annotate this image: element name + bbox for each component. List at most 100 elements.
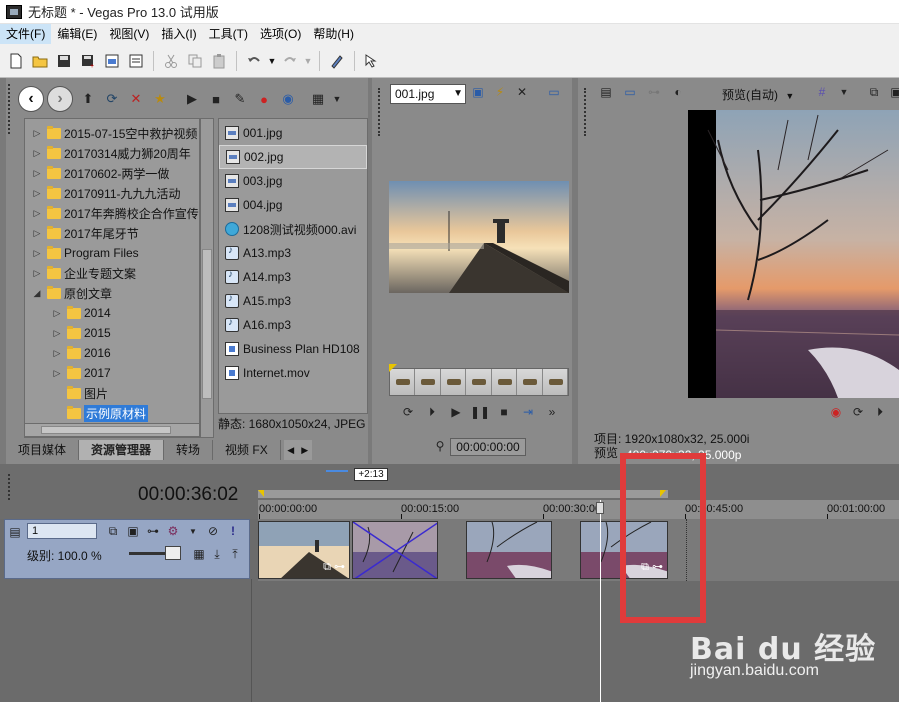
menu-tools[interactable]: 工具(T): [203, 24, 254, 44]
tree-item[interactable]: ▷ 2014: [25, 303, 199, 323]
file-item[interactable]: A16.mp3: [219, 313, 367, 337]
tree-item[interactable]: ▷ 2017年尾牙节: [25, 223, 199, 243]
copy-icon[interactable]: [184, 50, 206, 72]
tree-item[interactable]: ▷ 企业专题文案: [25, 263, 199, 283]
video-fx-icon[interactable]: ◐: [670, 84, 686, 100]
trimmer-file-select[interactable]: 001.jpg ▼: [390, 84, 466, 104]
folder-tree[interactable]: ▷ 2015-07-15空中救护视频 ▷ 20170314威力狮20周年 ▷ 201706…: [24, 118, 200, 438]
expand-arrow-icon[interactable]: ▷: [31, 227, 43, 239]
expand-arrow-icon[interactable]: ▷: [31, 167, 43, 179]
file-item[interactable]: Internet.mov: [219, 361, 367, 385]
clip-001[interactable]: ⧉ ⊶: [258, 521, 350, 579]
save-snapshot-icon[interactable]: ▣: [888, 84, 899, 100]
time-ruler[interactable]: 00:00:00:00 00:00:15:00 00:00:30:00 00:00:4…: [258, 500, 899, 519]
get-media-icon[interactable]: ●: [254, 89, 274, 109]
loop-playback-icon[interactable]: ⟳: [850, 404, 866, 420]
auto-preview-icon[interactable]: ✎: [230, 89, 250, 109]
move-down-icon[interactable]: ⤓: [209, 546, 225, 562]
stop-icon[interactable]: ■: [206, 89, 226, 109]
file-item[interactable]: A13.mp3: [219, 241, 367, 265]
redo-icon[interactable]: [279, 50, 301, 72]
play-from-start-icon[interactable]: ⏵: [424, 404, 440, 420]
more-icon[interactable]: »: [544, 404, 560, 420]
forward-icon[interactable]: ›: [47, 86, 73, 112]
file-item[interactable]: 001.jpg: [219, 121, 367, 145]
expand-arrow-icon[interactable]: ▷: [31, 207, 43, 219]
file-item[interactable]: 003.jpg: [219, 169, 367, 193]
video-track-header[interactable]: ▤ 1 ⧉ ▣ ⊶ ⚙ ▼ ⊘ ! 级别: 100.0 % ▦ ⤓ ⤒: [4, 519, 250, 579]
marker-pin-icon[interactable]: ⚲: [432, 438, 448, 454]
views-icon[interactable]: ▦: [308, 89, 328, 109]
tree-item[interactable]: 示例原材料: [25, 403, 199, 423]
tree-item[interactable]: ▷ 2017年奔腾校企合作宣传: [25, 203, 199, 223]
move-up-icon[interactable]: ⤒: [227, 546, 243, 562]
overlays-dropdown-icon[interactable]: ▼: [836, 84, 852, 100]
undo-icon[interactable]: [243, 50, 265, 72]
clear-trimmer-icon[interactable]: ✕: [514, 84, 530, 100]
menu-help[interactable]: 帮助(H): [307, 24, 360, 44]
menu-view[interactable]: 视图(V): [103, 24, 155, 44]
tree-horizontal-scrollbar[interactable]: [24, 423, 200, 437]
tab-video-fx[interactable]: 视频 FX: [213, 440, 281, 460]
fx-dropdown-icon[interactable]: ▼: [185, 523, 201, 539]
panel-grip[interactable]: [584, 88, 588, 136]
delete-icon[interactable]: ✕: [126, 89, 146, 109]
paste-icon[interactable]: [208, 50, 230, 72]
open-folder-icon[interactable]: [29, 50, 51, 72]
save-as-icon[interactable]: +: [77, 50, 99, 72]
trimmer-in-marker[interactable]: [389, 364, 397, 372]
refresh-icon[interactable]: ⟳: [102, 89, 122, 109]
expand-arrow-icon[interactable]: ▷: [51, 307, 63, 319]
expand-arrow-icon[interactable]: ▷: [31, 187, 43, 199]
split-screen-icon[interactable]: ⊶: [646, 84, 662, 100]
preview-properties-icon[interactable]: ▤: [598, 84, 614, 100]
loop-playback-icon[interactable]: ⟳: [400, 404, 416, 420]
video-track-lane[interactable]: ⧉ ⊶ ⧉ ⊶: [258, 519, 899, 581]
file-item[interactable]: 1208测试视频000.avi: [219, 217, 367, 241]
clip-003[interactable]: [466, 521, 552, 579]
tab-scroll-right-icon[interactable]: ▶: [297, 440, 312, 460]
loop-region-bar[interactable]: [258, 490, 668, 498]
record-icon[interactable]: ◉: [828, 404, 844, 420]
panel-grip[interactable]: [8, 474, 12, 500]
tree-item[interactable]: ▷ 2016: [25, 343, 199, 363]
tab-project-media[interactable]: 项目媒体: [6, 440, 80, 460]
trimmer-filmstrip[interactable]: [389, 368, 569, 396]
solo-icon[interactable]: !: [225, 523, 241, 539]
add-to-timeline-icon[interactable]: ⇥: [520, 404, 536, 420]
undo-dropdown-icon[interactable]: ▼: [267, 50, 277, 72]
play-icon[interactable]: ▶: [448, 404, 464, 420]
enable-snapping-icon[interactable]: [326, 50, 348, 72]
file-item[interactable]: A15.mp3: [219, 289, 367, 313]
play-from-start-icon[interactable]: ⏵: [872, 404, 888, 420]
properties-icon[interactable]: [125, 50, 147, 72]
tree-item[interactable]: ▷ 20170602-两学一做: [25, 163, 199, 183]
expand-arrow-icon[interactable]: ▷: [51, 327, 63, 339]
what-is-this-icon[interactable]: [361, 50, 383, 72]
clip-002[interactable]: [352, 521, 438, 579]
up-folder-icon[interactable]: ⬆: [78, 89, 98, 109]
play-icon[interactable]: ▶: [182, 89, 202, 109]
tree-item[interactable]: ▷ Program Files: [25, 243, 199, 263]
tab-scroll-left-icon[interactable]: ◀: [283, 440, 298, 460]
panel-grip[interactable]: [378, 88, 382, 136]
add-to-project-icon[interactable]: ▣: [470, 84, 486, 100]
track-fx-icon[interactable]: ⚙: [165, 523, 181, 539]
tree-item[interactable]: ◢ 原创文章: [25, 283, 199, 303]
expanded-arrow-icon[interactable]: ◢: [31, 287, 43, 299]
track-motion-icon[interactable]: ⊶: [145, 523, 161, 539]
panel-grip[interactable]: [8, 84, 12, 134]
preview-quality-select[interactable]: 预览(自动) ▼: [722, 86, 794, 103]
tree-item[interactable]: 图片: [25, 383, 199, 403]
playhead-handle[interactable]: [596, 502, 604, 514]
tree-item[interactable]: ▷ 2015-07-15空中救护视频: [25, 123, 199, 143]
expand-arrow-icon[interactable]: ▷: [31, 247, 43, 259]
tab-explorer[interactable]: 资源管理器: [79, 440, 165, 460]
tree-vertical-scrollbar[interactable]: [200, 118, 214, 438]
cut-icon[interactable]: [160, 50, 182, 72]
expand-arrow-icon[interactable]: ▷: [51, 347, 63, 359]
file-list[interactable]: 001.jpg 002.jpg 003.jpg 004.jpg 1208测试视频000.…: [218, 118, 368, 414]
menu-options[interactable]: 选项(O): [254, 24, 307, 44]
expand-arrow-icon[interactable]: ▷: [31, 127, 43, 139]
save-icon[interactable]: [53, 50, 75, 72]
